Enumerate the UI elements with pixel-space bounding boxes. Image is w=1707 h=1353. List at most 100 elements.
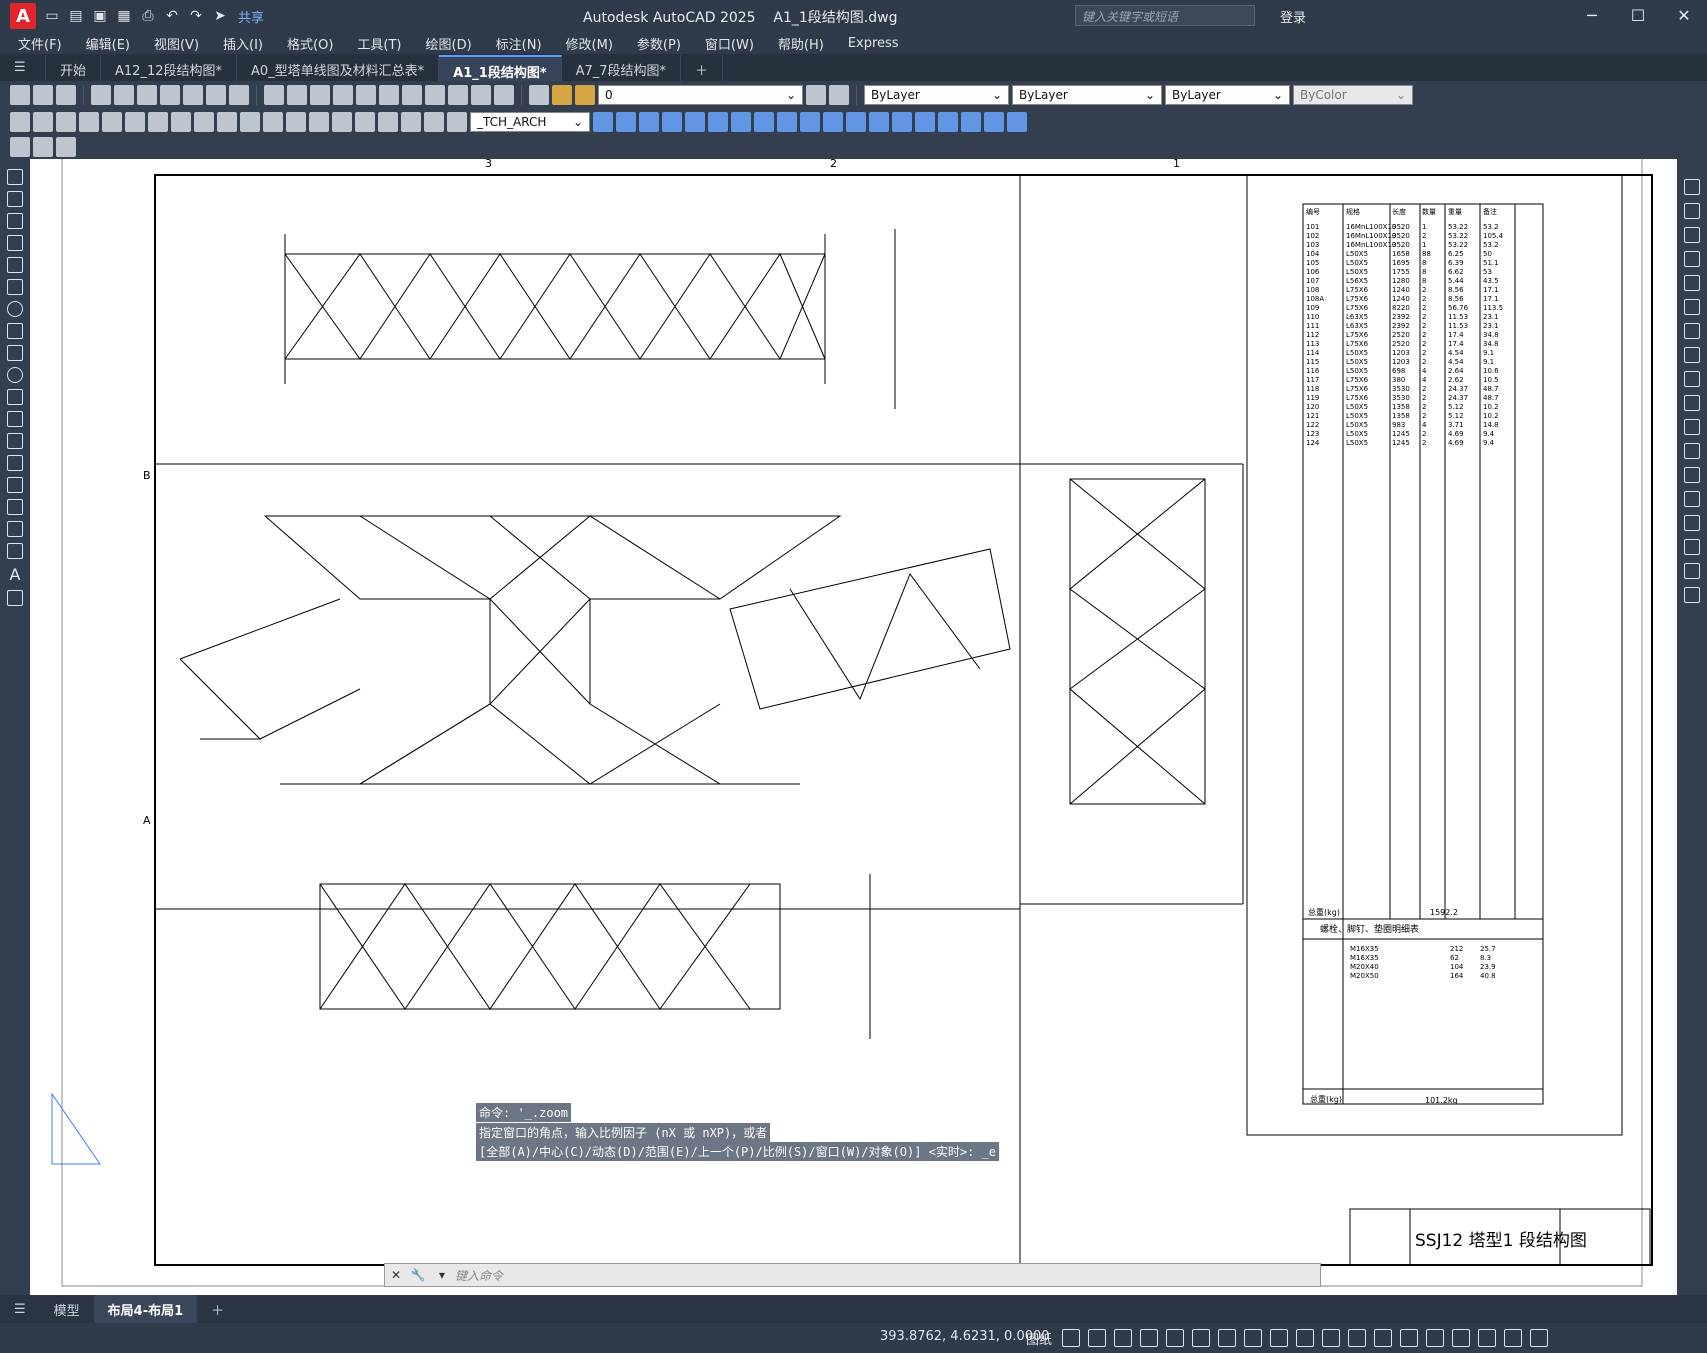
tch-tool-9-icon[interactable]: [777, 111, 797, 132]
hamburger-icon[interactable]: ☰: [0, 1297, 40, 1322]
layer-previous-icon[interactable]: [829, 84, 849, 105]
tch-tool-17-icon[interactable]: [961, 111, 981, 132]
copy-object-icon[interactable]: [1684, 203, 1700, 219]
ellipse-arc-icon[interactable]: [7, 389, 23, 405]
menu-help[interactable]: 帮助(H): [778, 34, 824, 53]
array-icon[interactable]: [1684, 275, 1700, 291]
menu-draw[interactable]: 绘图(D): [426, 34, 472, 53]
ordinate-icon[interactable]: [79, 111, 99, 132]
paper-space-toggle[interactable]: 图纸: [1026, 1329, 1052, 1348]
selection-cycling-icon[interactable]: [1270, 1329, 1288, 1347]
line-icon[interactable]: [7, 169, 23, 185]
copy-icon[interactable]: [183, 84, 203, 105]
mtext-icon[interactable]: A: [10, 565, 21, 584]
move-icon[interactable]: [1684, 299, 1700, 315]
properties-icon[interactable]: [402, 84, 422, 105]
clean-screen-icon[interactable]: [1504, 1329, 1522, 1347]
polyline-icon[interactable]: [7, 213, 23, 229]
tch-tool-15-icon[interactable]: [915, 111, 935, 132]
ortho-icon[interactable]: [1114, 1329, 1132, 1347]
inspection-icon[interactable]: [355, 111, 375, 132]
mirror-icon[interactable]: [1684, 227, 1700, 243]
color-dropdown[interactable]: ByLayer ⌄: [864, 84, 1009, 105]
grid-icon[interactable]: [1088, 1329, 1106, 1347]
layer-lock-icon[interactable]: [575, 84, 595, 105]
break-point-icon[interactable]: [1684, 443, 1700, 459]
quick-dim-icon[interactable]: [194, 111, 214, 132]
fillet-icon[interactable]: [1684, 539, 1700, 555]
tch-tool-18-icon[interactable]: [984, 111, 1004, 132]
customization-icon[interactable]: [1530, 1329, 1548, 1347]
transparency-icon[interactable]: [1244, 1329, 1262, 1347]
tch-tool-14-icon[interactable]: [892, 111, 912, 132]
tch-tool-13-icon[interactable]: [869, 111, 889, 132]
insert-block-icon[interactable]: [7, 411, 23, 427]
tolerance-icon[interactable]: [309, 111, 329, 132]
open-file-icon[interactable]: ▤: [66, 6, 86, 26]
menu-tools[interactable]: 工具(T): [357, 34, 401, 53]
zoom-window-icon[interactable]: [356, 84, 376, 105]
paste-icon[interactable]: [206, 84, 226, 105]
share-button[interactable]: 共享: [238, 7, 264, 26]
trim-icon[interactable]: [1684, 395, 1700, 411]
command-input[interactable]: 键入命令: [455, 1267, 503, 1284]
baseline-icon[interactable]: [217, 111, 237, 132]
hardware-acceleration-icon[interactable]: [1478, 1329, 1496, 1347]
tch-tool-11-icon[interactable]: [823, 111, 843, 132]
drawing-canvas[interactable]: 3 2 1 B A SSJ12 塔型1 段结构图 螺栓、脚钉、垫圈明细表 总重(…: [30, 159, 1677, 1295]
quick-properties-icon[interactable]: [1400, 1329, 1418, 1347]
make-block-icon[interactable]: [7, 433, 23, 449]
polygon-icon[interactable]: [7, 235, 23, 251]
tch-tool-2-icon[interactable]: [616, 111, 636, 132]
tch-tool-1-icon[interactable]: [593, 111, 613, 132]
dim-text-edit-icon[interactable]: [424, 111, 444, 132]
tch-tool-16-icon[interactable]: [938, 111, 958, 132]
diameter-icon[interactable]: [148, 111, 168, 132]
stretch-icon[interactable]: [1684, 371, 1700, 387]
print-icon[interactable]: [91, 84, 111, 105]
make-current-icon[interactable]: [806, 84, 826, 105]
close-command-icon[interactable]: ✕: [385, 1268, 407, 1282]
join-icon[interactable]: [1684, 491, 1700, 507]
matchprop-icon[interactable]: [229, 84, 249, 105]
menu-view[interactable]: 视图(V): [154, 34, 199, 53]
snap-icon[interactable]: [1062, 1329, 1080, 1347]
redo-toolbar-icon[interactable]: [287, 84, 307, 105]
login-button[interactable]: 登录: [1280, 7, 1306, 26]
tch-tool-3-icon[interactable]: [639, 111, 659, 132]
dim-space-icon[interactable]: [263, 111, 283, 132]
add-layout-icon[interactable]: ＋: [197, 1295, 238, 1324]
new-tab-icon[interactable]: ＋: [681, 55, 724, 81]
add-selected-icon[interactable]: [7, 590, 23, 606]
hatch-icon[interactable]: [7, 477, 23, 493]
osnap-icon[interactable]: [1166, 1329, 1184, 1347]
break-icon[interactable]: [1684, 467, 1700, 483]
pan-icon[interactable]: [310, 84, 330, 105]
gradient-icon[interactable]: [7, 499, 23, 515]
erase-icon[interactable]: [1684, 179, 1700, 195]
menu-edit[interactable]: 编辑(E): [86, 34, 130, 53]
help-icon[interactable]: [494, 84, 514, 105]
layer-dropdown[interactable]: 0 ⌄: [598, 84, 803, 105]
jogged-icon[interactable]: [125, 111, 145, 132]
arc-icon[interactable]: [7, 279, 23, 295]
save-as-icon[interactable]: ▦: [114, 6, 134, 26]
radius-icon[interactable]: [102, 111, 122, 132]
units-icon[interactable]: [1374, 1329, 1392, 1347]
lineweight-icon[interactable]: [1218, 1329, 1236, 1347]
share-icon[interactable]: ➤: [210, 6, 230, 26]
minimize-icon[interactable]: ─: [1569, 0, 1615, 32]
redo-icon[interactable]: ↷: [186, 6, 206, 26]
linetype-dropdown[interactable]: ByLayer ⌄: [1012, 84, 1162, 105]
menu-express[interactable]: Express: [848, 36, 899, 51]
dim-edit-icon[interactable]: [401, 111, 421, 132]
edit-tool-1-icon[interactable]: [10, 137, 30, 157]
rotate-icon[interactable]: [1684, 323, 1700, 339]
tch-tool-5-icon[interactable]: [685, 111, 705, 132]
tch-tool-8-icon[interactable]: [754, 111, 774, 132]
menu-parameters[interactable]: 参数(P): [637, 34, 681, 53]
otrack-icon[interactable]: [1192, 1329, 1210, 1347]
lock-ui-icon[interactable]: [1426, 1329, 1444, 1347]
customize-icon[interactable]: 🔧: [407, 1268, 429, 1282]
hamburger-icon[interactable]: ☰: [0, 55, 46, 81]
